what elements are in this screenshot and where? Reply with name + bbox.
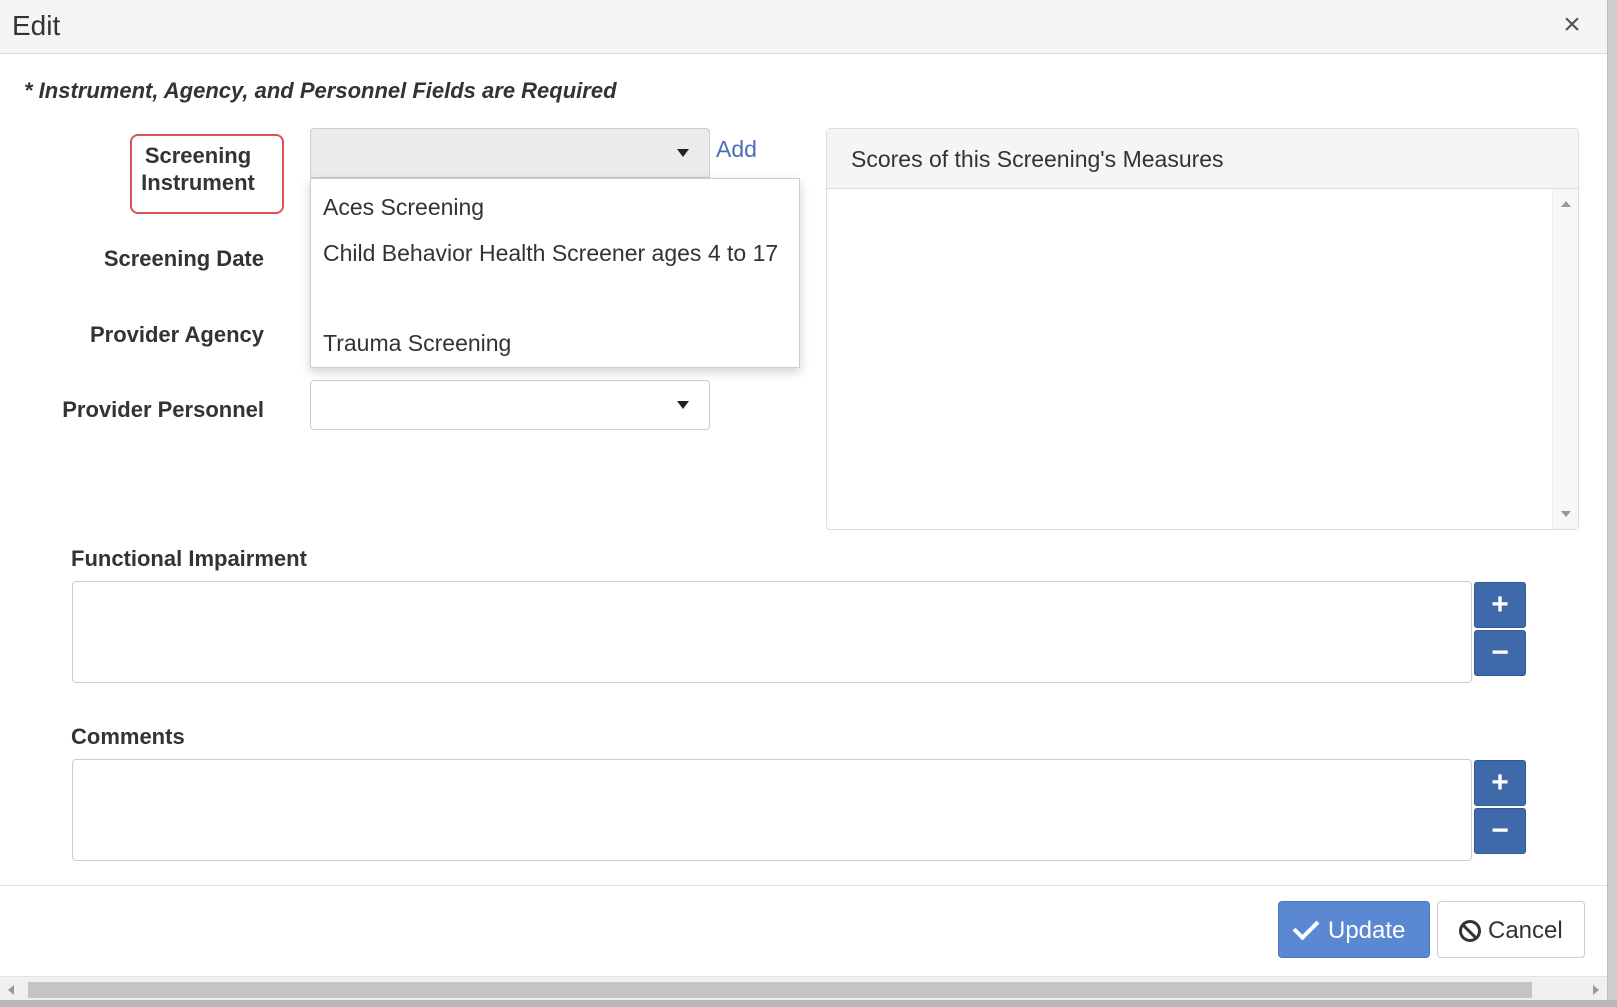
update-button-label: Update (1328, 917, 1406, 944)
scroll-down-icon[interactable] (1561, 511, 1571, 517)
screening-instrument-label: Screening Instrument (141, 143, 255, 195)
provider-personnel-label: Provider Personnel (62, 397, 264, 422)
screening-instrument-select[interactable] (310, 128, 710, 178)
cancel-button-label: Cancel (1488, 917, 1563, 944)
functional-impairment-label: Functional Impairment (71, 546, 307, 571)
horizontal-scrollbar[interactable] (0, 976, 1607, 1000)
close-icon[interactable]: × (1556, 8, 1588, 42)
dropdown-option[interactable]: Trauma Screening (323, 321, 511, 365)
scores-panel-header: Scores of this Screening's Measures (827, 129, 1578, 189)
dialog-titlebar: Edit × (0, 0, 1607, 54)
remove-functional-impairment-button[interactable]: − (1474, 630, 1526, 676)
scroll-right-icon[interactable] (1593, 985, 1599, 995)
dropdown-option[interactable]: Child Behavior Health Screener ages 4 to… (323, 231, 783, 275)
required-fields-note: * Instrument, Agency, and Personnel Fiel… (24, 78, 617, 103)
edit-dialog: Edit × * Instrument, Agency, and Personn… (0, 0, 1607, 1007)
dropdown-option[interactable]: Aces Screening (323, 185, 484, 229)
scroll-left-icon[interactable] (8, 985, 14, 995)
background-strip-bottom (0, 1000, 1617, 1007)
provider-agency-label: Provider Agency (89, 322, 264, 347)
check-icon (1292, 913, 1320, 941)
comments-field[interactable] (72, 759, 1472, 861)
add-comment-button[interactable]: + (1474, 760, 1526, 806)
scroll-up-icon[interactable] (1561, 201, 1571, 207)
scores-scrollbar[interactable] (1552, 189, 1578, 529)
ban-icon (1459, 920, 1481, 942)
add-functional-impairment-button[interactable]: + (1474, 582, 1526, 628)
instrument-dropdown-menu: Aces Screening Child Behavior Health Scr… (310, 178, 800, 368)
comments-label: Comments (71, 724, 185, 749)
scores-panel: Scores of this Screening's Measures (826, 128, 1579, 530)
update-button[interactable]: Update (1278, 901, 1430, 958)
remove-comment-button[interactable]: − (1474, 808, 1526, 854)
footer-divider (0, 885, 1607, 886)
add-instrument-link[interactable]: Add (716, 136, 757, 163)
scores-panel-title: Scores of this Screening's Measures (851, 146, 1224, 172)
caret-down-icon (677, 401, 689, 409)
provider-personnel-select[interactable] (310, 380, 710, 430)
scrollbar-thumb[interactable] (28, 982, 1532, 998)
caret-down-icon (677, 149, 689, 157)
background-strip (1607, 0, 1617, 1007)
screening-date-label: Screening Date (103, 246, 264, 271)
functional-impairment-field[interactable] (72, 581, 1472, 683)
dialog-title: Edit (12, 10, 61, 41)
cancel-button[interactable]: Cancel (1437, 901, 1585, 958)
